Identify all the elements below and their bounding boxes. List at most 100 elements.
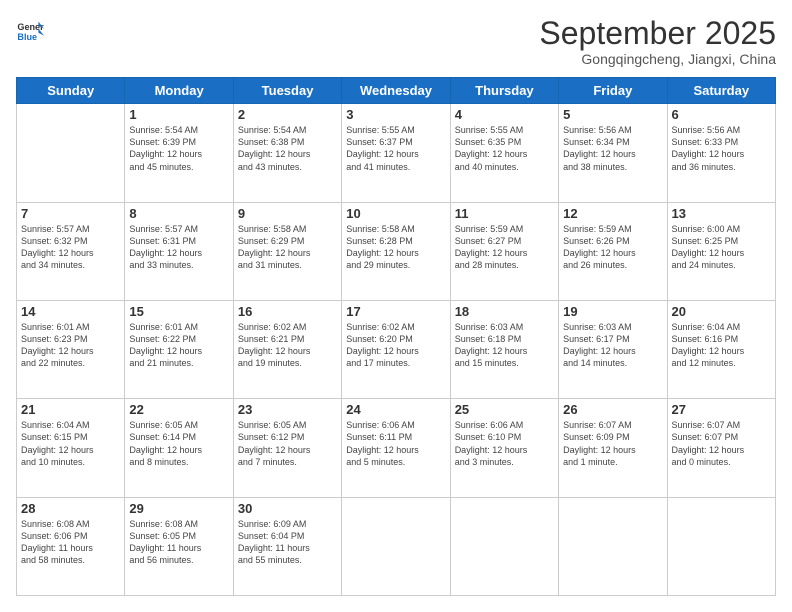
- day-info: Sunrise: 6:09 AM Sunset: 6:04 PM Dayligh…: [238, 518, 337, 567]
- calendar-cell: 1Sunrise: 5:54 AM Sunset: 6:39 PM Daylig…: [125, 104, 233, 202]
- svg-text:Blue: Blue: [17, 32, 37, 42]
- calendar-cell: 16 Sunrise: 6:02 AM Sunset: 6:21 PM Dayli…: [233, 300, 341, 398]
- day-info: Sunrise: 6:07 AM Sunset: 6:09 PM Dayligh…: [563, 419, 662, 468]
- calendar-cell: 28Sunrise: 6:08 AM Sunset: 6:06 PM Dayli…: [17, 497, 125, 595]
- day-info: Sunrise: 5:57 AM Sunset: 6:31 PM Dayligh…: [129, 223, 228, 272]
- day-info: Sunrise: 6:02 AM Sunset: 6:20 PM Dayligh…: [346, 321, 445, 370]
- day-number: 15: [129, 304, 228, 319]
- day-info: Sunrise: 6:05 AM Sunset: 6:14 PM Dayligh…: [129, 419, 228, 468]
- day-info: Sunrise: 6:02 AM Sunset: 6:21 PM Dayligh…: [238, 321, 337, 370]
- day-number: 8: [129, 206, 228, 221]
- day-info: Sunrise: 6:06 AM Sunset: 6:11 PM Dayligh…: [346, 419, 445, 468]
- day-info: Sunrise: 5:58 AM Sunset: 6:28 PM Dayligh…: [346, 223, 445, 272]
- day-info: Sunrise: 6:08 AM Sunset: 6:05 PM Dayligh…: [129, 518, 228, 567]
- day-info: Sunrise: 6:05 AM Sunset: 6:12 PM Dayligh…: [238, 419, 337, 468]
- calendar-cell: 4Sunrise: 5:55 AM Sunset: 6:35 PM Daylig…: [450, 104, 558, 202]
- day-number: 30: [238, 501, 337, 516]
- day-info: Sunrise: 5:59 AM Sunset: 6:26 PM Dayligh…: [563, 223, 662, 272]
- day-info: Sunrise: 5:56 AM Sunset: 6:33 PM Dayligh…: [672, 124, 771, 173]
- calendar-week-row: 1Sunrise: 5:54 AM Sunset: 6:39 PM Daylig…: [17, 104, 776, 202]
- weekday-header: Wednesday: [342, 78, 450, 104]
- weekday-header: Thursday: [450, 78, 558, 104]
- calendar-cell: 21Sunrise: 6:04 AM Sunset: 6:15 PM Dayli…: [17, 399, 125, 497]
- calendar-cell: 26 Sunrise: 6:07 AM Sunset: 6:09 PM Dayli…: [559, 399, 667, 497]
- calendar-cell: 9Sunrise: 5:58 AM Sunset: 6:29 PM Daylig…: [233, 202, 341, 300]
- location: Gongqingcheng, Jiangxi, China: [539, 51, 776, 67]
- day-number: 12: [563, 206, 662, 221]
- calendar-cell: 10 Sunrise: 5:58 AM Sunset: 6:28 PM Dayli…: [342, 202, 450, 300]
- calendar-cell: 24 Sunrise: 6:06 AM Sunset: 6:11 PM Dayli…: [342, 399, 450, 497]
- weekday-header: Sunday: [17, 78, 125, 104]
- calendar-cell: 18Sunrise: 6:03 AM Sunset: 6:18 PM Dayli…: [450, 300, 558, 398]
- calendar-cell: [17, 104, 125, 202]
- day-number: 1: [129, 107, 228, 122]
- day-number: 16: [238, 304, 337, 319]
- day-number: 19: [563, 304, 662, 319]
- day-number: 18: [455, 304, 554, 319]
- calendar-cell: 3 Sunrise: 5:55 AM Sunset: 6:37 PM Daylig…: [342, 104, 450, 202]
- weekday-header: Monday: [125, 78, 233, 104]
- calendar-cell: [450, 497, 558, 595]
- day-number: 9: [238, 206, 337, 221]
- calendar-cell: 30 Sunrise: 6:09 AM Sunset: 6:04 PM Dayli…: [233, 497, 341, 595]
- calendar-cell: 29 Sunrise: 6:08 AM Sunset: 6:05 PM Dayli…: [125, 497, 233, 595]
- calendar-cell: 25 Sunrise: 6:06 AM Sunset: 6:10 PM Dayli…: [450, 399, 558, 497]
- svg-text:General: General: [17, 22, 44, 32]
- logo: General Blue: [16, 16, 44, 44]
- day-info: Sunrise: 6:01 AM Sunset: 6:23 PM Dayligh…: [21, 321, 120, 370]
- calendar-cell: 7Sunrise: 5:57 AM Sunset: 6:32 PM Daylig…: [17, 202, 125, 300]
- day-info: Sunrise: 5:56 AM Sunset: 6:34 PM Dayligh…: [563, 124, 662, 173]
- day-number: 3: [346, 107, 445, 122]
- calendar-week-row: 28Sunrise: 6:08 AM Sunset: 6:06 PM Dayli…: [17, 497, 776, 595]
- day-number: 20: [672, 304, 771, 319]
- day-number: 11: [455, 206, 554, 221]
- day-number: 24: [346, 402, 445, 417]
- day-number: 26: [563, 402, 662, 417]
- calendar-cell: 15Sunrise: 6:01 AM Sunset: 6:22 PM Dayli…: [125, 300, 233, 398]
- calendar-cell: [667, 497, 775, 595]
- calendar-cell: 11Sunrise: 5:59 AM Sunset: 6:27 PM Dayli…: [450, 202, 558, 300]
- calendar-cell: 22Sunrise: 6:05 AM Sunset: 6:14 PM Dayli…: [125, 399, 233, 497]
- day-number: 23: [238, 402, 337, 417]
- weekday-header: Friday: [559, 78, 667, 104]
- month-title: September 2025: [539, 16, 776, 51]
- calendar-cell: 19 Sunrise: 6:03 AM Sunset: 6:17 PM Dayli…: [559, 300, 667, 398]
- day-info: Sunrise: 5:55 AM Sunset: 6:37 PM Dayligh…: [346, 124, 445, 173]
- day-info: Sunrise: 5:55 AM Sunset: 6:35 PM Dayligh…: [455, 124, 554, 173]
- weekday-header: Saturday: [667, 78, 775, 104]
- day-number: 14: [21, 304, 120, 319]
- calendar-body: 1Sunrise: 5:54 AM Sunset: 6:39 PM Daylig…: [17, 104, 776, 596]
- day-number: 2: [238, 107, 337, 122]
- day-info: Sunrise: 5:57 AM Sunset: 6:32 PM Dayligh…: [21, 223, 120, 272]
- calendar-cell: 6 Sunrise: 5:56 AM Sunset: 6:33 PM Daylig…: [667, 104, 775, 202]
- calendar-cell: 27Sunrise: 6:07 AM Sunset: 6:07 PM Dayli…: [667, 399, 775, 497]
- day-info: Sunrise: 6:03 AM Sunset: 6:17 PM Dayligh…: [563, 321, 662, 370]
- day-number: 10: [346, 206, 445, 221]
- calendar-week-row: 7Sunrise: 5:57 AM Sunset: 6:32 PM Daylig…: [17, 202, 776, 300]
- day-number: 13: [672, 206, 771, 221]
- calendar-cell: 17 Sunrise: 6:02 AM Sunset: 6:20 PM Dayli…: [342, 300, 450, 398]
- calendar-cell: [559, 497, 667, 595]
- day-info: Sunrise: 6:08 AM Sunset: 6:06 PM Dayligh…: [21, 518, 120, 567]
- calendar-cell: 5 Sunrise: 5:56 AM Sunset: 6:34 PM Daylig…: [559, 104, 667, 202]
- day-number: 5: [563, 107, 662, 122]
- weekday-header: Tuesday: [233, 78, 341, 104]
- day-info: Sunrise: 6:00 AM Sunset: 6:25 PM Dayligh…: [672, 223, 771, 272]
- calendar-cell: 12 Sunrise: 5:59 AM Sunset: 6:26 PM Dayli…: [559, 202, 667, 300]
- day-number: 25: [455, 402, 554, 417]
- calendar-cell: 13 Sunrise: 6:00 AM Sunset: 6:25 PM Dayli…: [667, 202, 775, 300]
- calendar-cell: 2 Sunrise: 5:54 AM Sunset: 6:38 PM Daylig…: [233, 104, 341, 202]
- calendar-cell: 20 Sunrise: 6:04 AM Sunset: 6:16 PM Dayli…: [667, 300, 775, 398]
- day-number: 17: [346, 304, 445, 319]
- calendar-cell: 23 Sunrise: 6:05 AM Sunset: 6:12 PM Dayli…: [233, 399, 341, 497]
- day-info: Sunrise: 6:06 AM Sunset: 6:10 PM Dayligh…: [455, 419, 554, 468]
- calendar-cell: [342, 497, 450, 595]
- day-number: 29: [129, 501, 228, 516]
- calendar-cell: 14 Sunrise: 6:01 AM Sunset: 6:23 PM Dayli…: [17, 300, 125, 398]
- title-section: September 2025 Gongqingcheng, Jiangxi, C…: [539, 16, 776, 67]
- day-info: Sunrise: 6:04 AM Sunset: 6:16 PM Dayligh…: [672, 321, 771, 370]
- day-number: 21: [21, 402, 120, 417]
- day-number: 6: [672, 107, 771, 122]
- calendar: SundayMondayTuesdayWednesdayThursdayFrid…: [16, 77, 776, 596]
- day-info: Sunrise: 5:54 AM Sunset: 6:38 PM Dayligh…: [238, 124, 337, 173]
